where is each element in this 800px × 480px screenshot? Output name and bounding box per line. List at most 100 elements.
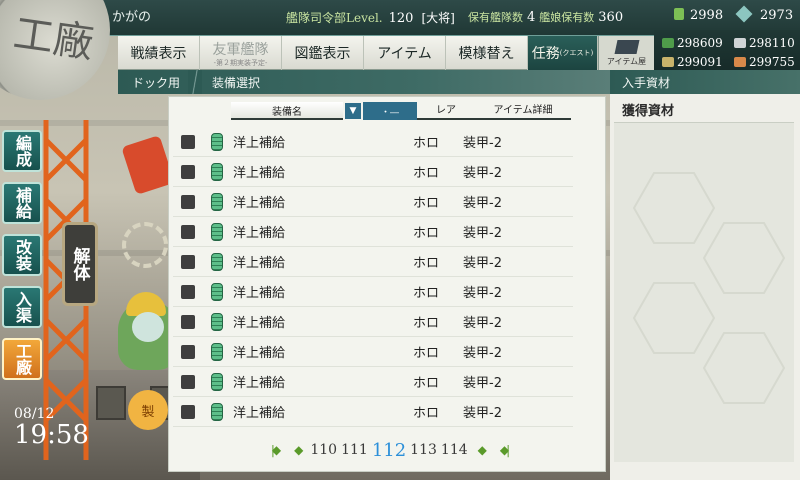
drum-canister-icon bbox=[211, 162, 223, 181]
ship-count-label: 艦娘保有数 bbox=[539, 11, 595, 24]
resource-panel: 298609 298110 299091 299755 bbox=[654, 30, 800, 74]
ship-count: 360 bbox=[598, 10, 624, 25]
menu-quest-label: 任務 bbox=[531, 46, 560, 62]
menu-friend-fleet-sub: -第２期実装予定- bbox=[213, 58, 268, 67]
bauxite-icon bbox=[734, 57, 746, 67]
bucket-count: 2998 bbox=[690, 8, 724, 23]
equipment-detail: 装甲-2 bbox=[463, 286, 502, 301]
select-checkbox[interactable] bbox=[181, 224, 195, 239]
equipment-detail: 装甲-2 bbox=[463, 136, 502, 151]
fuel-icon bbox=[662, 38, 674, 48]
equipment-name: 洋上補給 bbox=[233, 196, 286, 211]
page-number[interactable]: 110 bbox=[310, 442, 337, 458]
page-number[interactable]: 114 bbox=[441, 442, 468, 458]
steel-resource: 298110 bbox=[734, 36, 795, 50]
menu-encyclopedia-label: 図鑑表示 bbox=[294, 46, 351, 62]
fairy-face bbox=[132, 312, 164, 342]
hex-pattern-background bbox=[632, 172, 786, 404]
select-checkbox[interactable] bbox=[181, 134, 195, 149]
menu-item[interactable]: アイテム bbox=[364, 36, 446, 70]
sort-order-button[interactable]: ・― bbox=[363, 102, 417, 120]
nav-repair[interactable]: 入渠 bbox=[2, 286, 42, 328]
nav-organize[interactable]: 編成 bbox=[2, 130, 42, 172]
prev-page-button[interactable]: ◆ bbox=[294, 443, 303, 457]
table-row[interactable]: 洋上補給 ホロ 装甲-2 bbox=[173, 127, 573, 157]
last-page-button[interactable]: ◆| bbox=[500, 443, 510, 457]
equipment-name: 洋上補給 bbox=[233, 376, 286, 391]
ammo-count: 299091 bbox=[677, 55, 723, 69]
equipment-rarity: ホロ bbox=[413, 256, 440, 271]
select-checkbox[interactable] bbox=[181, 314, 195, 329]
equipment-rarity: ホロ bbox=[413, 346, 440, 361]
nav-arsenal[interactable]: 工廠 bbox=[2, 338, 42, 380]
menu-quest[interactable]: 任務 (クエスト) bbox=[528, 36, 598, 70]
page-number[interactable]: 113 bbox=[410, 442, 437, 458]
select-checkbox[interactable] bbox=[181, 254, 195, 269]
drum-canister-icon bbox=[211, 192, 223, 211]
equipment-list-panel: 装備名 ▼ ・― レア アイテム詳細 洋上補給 ホロ 装甲-2 洋上補給 ホロ 装甲-2… bbox=[168, 96, 606, 472]
obtained-resources-panel: 獲得資材 bbox=[610, 94, 800, 480]
equipment-detail: 装甲-2 bbox=[463, 406, 502, 421]
drum-canister-icon bbox=[211, 402, 223, 421]
select-checkbox[interactable] bbox=[181, 344, 195, 359]
breadcrumb-divider bbox=[188, 70, 203, 94]
nav-remodel[interactable]: 改装 bbox=[2, 234, 42, 276]
dock-gear-illustration bbox=[122, 222, 168, 268]
menu-furniture[interactable]: 模様替え bbox=[446, 36, 528, 70]
equipment-name: 洋上補給 bbox=[233, 136, 286, 151]
table-row[interactable]: 洋上補給 ホロ 装甲-2 bbox=[173, 157, 573, 187]
menu-friend-fleet[interactable]: 友軍艦隊 -第２期実装予定- bbox=[200, 36, 282, 70]
table-row[interactable]: 洋上補給 ホロ 装甲-2 bbox=[173, 277, 573, 307]
hq-level-value: 120 bbox=[388, 11, 414, 26]
table-row[interactable]: 洋上補給 ホロ 装甲-2 bbox=[173, 367, 573, 397]
table-row[interactable]: 洋上補給 ホロ 装甲-2 bbox=[173, 337, 573, 367]
current-page-number[interactable]: 112 bbox=[372, 440, 406, 461]
equipment-rarity: ホロ bbox=[413, 136, 440, 151]
ammo-icon bbox=[662, 57, 674, 67]
pagination: |◆ ◆ 110 111 112 113 114 ◆ ◆| bbox=[219, 439, 559, 461]
table-row[interactable]: 洋上補給 ホロ 装甲-2 bbox=[173, 247, 573, 277]
select-checkbox[interactable] bbox=[181, 404, 195, 419]
drum-canister-icon bbox=[211, 132, 223, 151]
dismantle-button[interactable]: 解体 bbox=[62, 222, 98, 306]
equipment-rarity: ホロ bbox=[413, 286, 440, 301]
select-checkbox[interactable] bbox=[181, 194, 195, 209]
obtained-resources-area bbox=[614, 122, 794, 462]
ammo-resource: 299091 bbox=[662, 55, 723, 69]
page-number[interactable]: 111 bbox=[341, 442, 368, 458]
equipment-rarity: ホロ bbox=[413, 406, 440, 421]
equipment-name: 洋上補給 bbox=[233, 316, 286, 331]
table-row[interactable]: 洋上補給 ホロ 装甲-2 bbox=[173, 187, 573, 217]
first-page-button[interactable]: |◆ bbox=[271, 443, 281, 457]
hq-level: 艦隊司令部Level. 120 [大将] bbox=[286, 9, 455, 26]
drum-canister-icon bbox=[211, 372, 223, 391]
drum-canister-icon bbox=[211, 312, 223, 331]
drum-canister-icon bbox=[211, 282, 223, 301]
fuel-resource: 298609 bbox=[662, 36, 723, 50]
menu-encyclopedia[interactable]: 図鑑表示 bbox=[282, 36, 364, 70]
item-shop-icon bbox=[614, 39, 639, 54]
page-title: 装備選択 bbox=[212, 75, 261, 90]
select-checkbox[interactable] bbox=[181, 284, 195, 299]
select-checkbox[interactable] bbox=[181, 164, 195, 179]
equipment-name: 洋上補給 bbox=[233, 346, 286, 361]
drum-canister-icon bbox=[211, 222, 223, 241]
nav-resupply[interactable]: 補給 bbox=[2, 182, 42, 224]
next-page-button[interactable]: ◆ bbox=[478, 443, 487, 457]
dock-craft-button[interactable]: 製 bbox=[128, 390, 168, 430]
table-row[interactable]: 洋上補給 ホロ 装甲-2 bbox=[173, 397, 573, 427]
obtained-resources-label: 獲得資材 bbox=[622, 104, 675, 119]
menu-friend-fleet-label: 友軍艦隊 bbox=[212, 41, 269, 58]
column-headers: 装備名 ▼ ・― レア アイテム詳細 bbox=[231, 102, 603, 120]
menu-record[interactable]: 戦績表示 bbox=[118, 36, 200, 70]
drum-canister-icon bbox=[211, 252, 223, 271]
fleet-count: 4 bbox=[527, 10, 536, 25]
equipment-rarity: ホロ bbox=[413, 316, 440, 331]
item-shop-button[interactable]: アイテム屋 bbox=[598, 36, 654, 70]
table-row[interactable]: 洋上補給 ホロ 装甲-2 bbox=[173, 217, 573, 247]
select-checkbox[interactable] bbox=[181, 374, 195, 389]
table-row[interactable]: 洋上補給 ホロ 装甲-2 bbox=[173, 307, 573, 337]
menu-record-label: 戦績表示 bbox=[130, 46, 187, 62]
admiral-rank: [大将] bbox=[421, 11, 455, 25]
sort-dropdown-button[interactable]: ▼ bbox=[345, 103, 361, 119]
